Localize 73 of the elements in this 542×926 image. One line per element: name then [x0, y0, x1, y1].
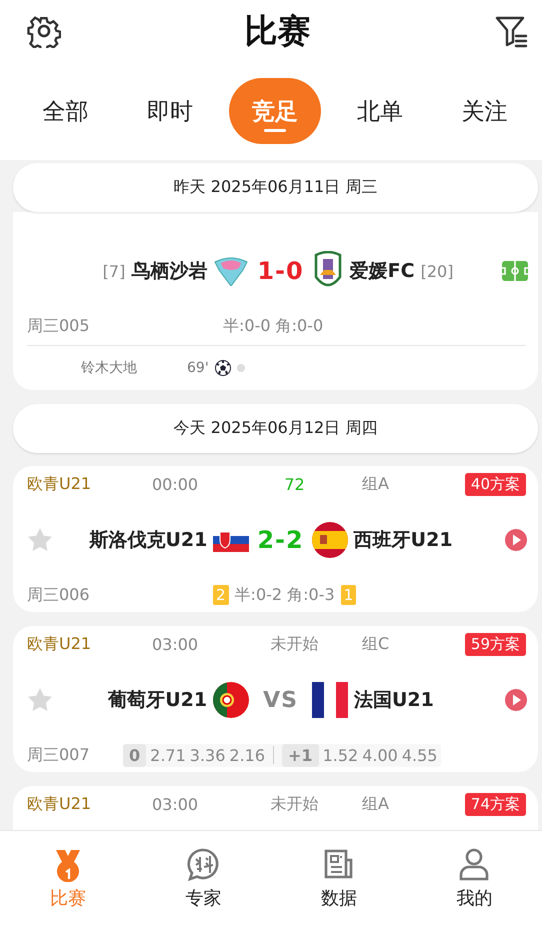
team-logo [213, 256, 250, 286]
league-name: 欧青U21 [27, 474, 92, 494]
tab[interactable]: 关注 [438, 78, 531, 144]
match-round: 组A [361, 474, 390, 494]
match-card[interactable]: 欧青U21 03:00 未开始 组C 59方案 葡萄牙U21 VS 法国U21 周三007 0 2.71 3.36 2.16 +1 1.52 4.00 4.55 [13, 626, 538, 772]
team-name: 法国U21 [354, 688, 434, 713]
team-rank: [7] [102, 262, 126, 280]
match-code: 周三007 [27, 744, 91, 766]
nav-tab[interactable]: 我的 [406, 831, 542, 926]
event-minute: 69' [187, 360, 209, 376]
flag [213, 682, 250, 718]
team-name: 鸟栖沙岩 [131, 259, 208, 284]
halftime-stats: 半:0-0 角:0-0 [223, 316, 324, 336]
handicap-label: 0 [123, 744, 146, 766]
status-dot [236, 364, 245, 372]
odds-value: 2.16 [229, 746, 266, 764]
settings-icon[interactable] [27, 14, 61, 48]
match-time: 03:00 [152, 634, 200, 654]
match-time: 00:00 [152, 474, 200, 494]
match-card[interactable]: [7] 鸟栖沙岩 1-0 爱媛FC [20] 周三005 半:0-0 角:0-0 铃木大地 69' [13, 212, 538, 390]
team-name: 斯洛伐克U21 [89, 528, 208, 553]
tab[interactable]: 即时 [124, 78, 216, 144]
odds-value: 3.36 [190, 746, 226, 764]
filter-icon[interactable] [494, 14, 528, 48]
team-name: 西班牙U21 [354, 528, 453, 553]
team-name: 爱媛FC [350, 259, 415, 284]
odds-value: 4.55 [402, 746, 438, 764]
match-time: 03:00 [152, 794, 200, 814]
match-status: 未开始 [270, 794, 318, 814]
odds-value: 1.52 [322, 746, 358, 764]
chat-bubble-icon [187, 848, 220, 882]
nav-tab[interactable]: 专家 [136, 831, 271, 926]
handicap-label: +1 [282, 744, 319, 766]
league-name: 欧青U21 [27, 634, 92, 654]
tab[interactable]: 北单 [334, 78, 426, 144]
date-header: 昨天 2025年06月11日 周三 [13, 163, 538, 212]
versus-label: VS [262, 688, 299, 712]
soccer-ball-icon [214, 360, 231, 376]
match-card[interactable]: 欧青U21 00:00 72 组A 40方案 斯洛伐克U21 2-2 西班牙U21 周三006 2 半:0-2 角:0-3 1 [13, 466, 538, 612]
match-score: 2-2 [256, 526, 305, 554]
match-round: 组C [361, 634, 390, 654]
match-code: 周三006 [27, 584, 91, 606]
match-round: 组A [361, 794, 390, 814]
team-rank: [20] [420, 262, 454, 280]
flag [312, 682, 348, 718]
star-icon[interactable] [27, 687, 53, 713]
match-card[interactable]: 欧青U21 03:00 未开始 组A 74方案 [13, 786, 538, 830]
match-status: 未开始 [270, 634, 318, 654]
plans-badge[interactable]: 59方案 [464, 632, 526, 656]
match-code: 周三005 [27, 316, 91, 336]
flag [312, 522, 348, 558]
date-header: 今天 2025年06月12日 周四 [13, 404, 538, 453]
halftime-stats: 半:0-2 角:0-3 [234, 584, 335, 606]
team-name: 葡萄牙U21 [108, 688, 208, 713]
newspaper-icon [322, 848, 355, 882]
star-icon[interactable] [27, 527, 53, 553]
play-icon[interactable] [504, 528, 528, 552]
plans-badge[interactable]: 74方案 [464, 792, 526, 816]
tab[interactable]: 全部 [19, 78, 112, 144]
league-name: 欧青U21 [27, 794, 92, 814]
play-icon[interactable] [504, 688, 528, 712]
page-title: 比赛 [244, 10, 310, 52]
nav-tab[interactable]: 数据 [271, 831, 406, 926]
person-icon [458, 848, 490, 882]
plans-badge[interactable]: 40方案 [464, 472, 526, 496]
card-count: 1 [340, 585, 356, 605]
odds-value: 2.71 [150, 746, 186, 764]
match-score: 1-0 [256, 257, 305, 285]
player-name: 铃木大地 [81, 359, 138, 377]
match-status: 72 [284, 474, 305, 494]
pitch-icon[interactable] [502, 261, 528, 281]
odds-value: 4.00 [362, 746, 398, 764]
card-count: 2 [213, 585, 229, 605]
